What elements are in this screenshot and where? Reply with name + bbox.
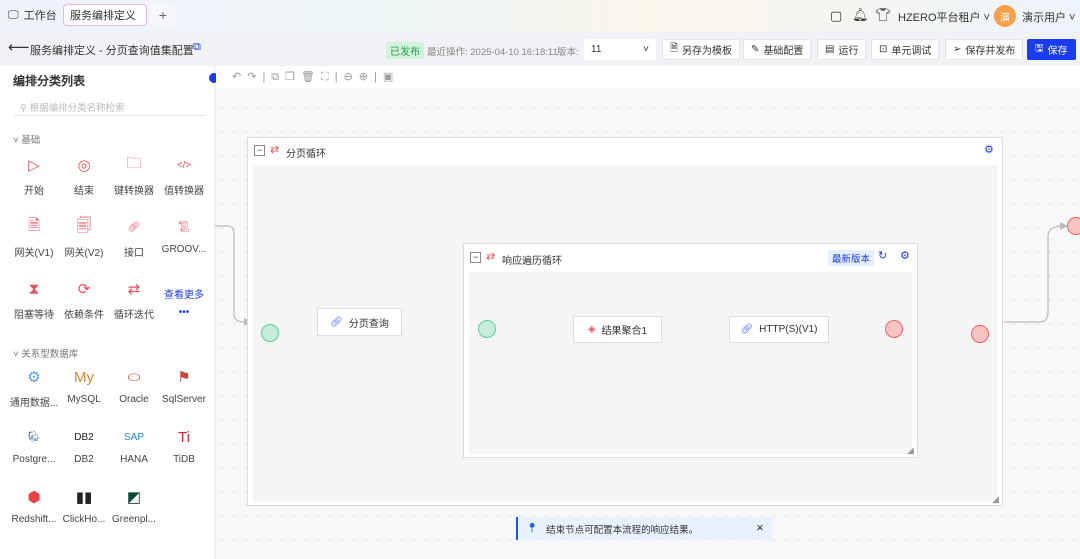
- end-node[interactable]: [971, 325, 989, 343]
- collapse-button[interactable]: −: [470, 252, 481, 263]
- inner-start-node[interactable]: [478, 320, 496, 338]
- start-node[interactable]: [261, 324, 279, 342]
- location-pin-icon: 📍︎: [526, 523, 539, 534]
- loop-icon: ⇄: [486, 251, 496, 263]
- response-loop-container[interactable]: − ⇄ 响应遍历循环 最新版本 ↻ ⚙ ◢: [463, 243, 918, 458]
- link-icon: 🔗︎: [330, 316, 343, 328]
- resize-handle[interactable]: ◢: [992, 494, 999, 505]
- edge: [1004, 225, 1065, 323]
- latest-version-badge: 最新版本: [828, 250, 875, 266]
- aggregate-icon: ◈: [587, 324, 596, 335]
- inner-end-node[interactable]: [885, 320, 903, 338]
- loop-icon: ⇄: [270, 144, 280, 156]
- gear-icon[interactable]: ⚙: [984, 143, 994, 156]
- loop-title: 响应遍历循环: [502, 256, 562, 267]
- link-icon: 🔗︎: [740, 324, 754, 335]
- aggregate-node[interactable]: ◈ 结果聚合1: [573, 316, 662, 343]
- loop-title: 分页循环: [286, 149, 326, 160]
- toast-text: 结束节点可配置本流程的响应结果。: [546, 524, 699, 536]
- resize-handle[interactable]: ◢: [907, 445, 914, 456]
- edge: [215, 225, 245, 323]
- close-icon[interactable]: ✕: [756, 523, 764, 534]
- collapse-button[interactable]: −: [254, 145, 265, 156]
- page-query-node[interactable]: 🔗︎ 分页查询: [317, 308, 402, 336]
- toast: 📍︎ 结束节点可配置本流程的响应结果。 ✕: [516, 517, 772, 540]
- refresh-icon[interactable]: ↻: [878, 249, 887, 262]
- end-node-offscreen[interactable]: [1067, 217, 1080, 235]
- loop-body: [469, 272, 912, 454]
- gear-icon[interactable]: ⚙: [900, 249, 910, 262]
- http-node[interactable]: 🔗︎ HTTP(S)(V1): [729, 316, 829, 343]
